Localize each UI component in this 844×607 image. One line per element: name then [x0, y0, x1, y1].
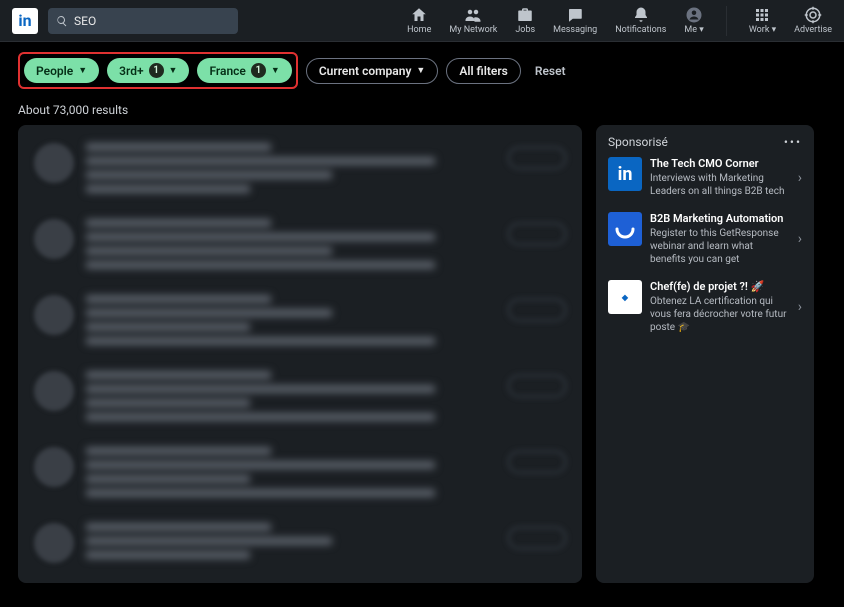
grid-icon: [753, 6, 771, 24]
promo-item[interactable]: ◆ Chef(fe) de projet ?! 🚀 Obtenez LA cer…: [608, 280, 802, 334]
connect-button[interactable]: [508, 375, 566, 397]
promo-logo: [608, 212, 642, 246]
more-icon[interactable]: •••: [784, 135, 802, 149]
message-button[interactable]: [508, 299, 566, 321]
chevron-down-icon: ▼: [416, 65, 425, 76]
result-row[interactable]: [18, 361, 582, 437]
message-button[interactable]: [508, 527, 566, 549]
promo-item[interactable]: in The Tech CMO Corner Interviews with M…: [608, 157, 802, 198]
filter-reset[interactable]: Reset: [535, 64, 566, 78]
chevron-down-icon: ▼: [78, 65, 87, 76]
chevron-right-icon: ›: [798, 231, 802, 247]
chevron-right-icon: ›: [798, 299, 802, 315]
sponsored-panel: Sponsorisé ••• in The Tech CMO Corner In…: [596, 125, 814, 583]
network-icon: [464, 6, 482, 24]
promo-item[interactable]: B2B Marketing Automation Register to thi…: [608, 212, 802, 266]
search-icon: [56, 15, 68, 27]
result-row[interactable]: [18, 133, 582, 209]
nav-work[interactable]: Work ▾: [749, 6, 776, 35]
avatar: [34, 219, 74, 259]
filter-all[interactable]: All filters: [446, 58, 521, 84]
nav-home[interactable]: Home: [407, 6, 431, 35]
result-row[interactable]: [18, 513, 582, 575]
nav-jobs[interactable]: Jobs: [515, 6, 535, 35]
nav-advertise[interactable]: Advertise: [794, 6, 832, 35]
chevron-right-icon: ›: [798, 170, 802, 186]
nav-divider: [726, 6, 727, 36]
home-icon: [410, 6, 428, 24]
nav-messaging[interactable]: Messaging: [553, 6, 597, 35]
filter-highlight-box: People ▼ 3rd+ 1 ▼ France 1 ▼: [18, 52, 298, 89]
avatar: [34, 295, 74, 335]
connect-button[interactable]: [508, 223, 566, 245]
nav-network[interactable]: My Network: [449, 6, 497, 35]
search-input[interactable]: SEO: [48, 8, 238, 34]
promo-logo: in: [608, 157, 642, 191]
result-row[interactable]: [18, 209, 582, 285]
avatar: [34, 447, 74, 487]
filter-connections[interactable]: 3rd+ 1 ▼: [107, 58, 189, 83]
bell-icon: [632, 6, 650, 24]
avatar: [34, 523, 74, 563]
result-row[interactable]: [18, 437, 582, 513]
results-count: About 73,000 results: [0, 99, 844, 125]
sponsored-label: Sponsorisé: [608, 135, 668, 149]
chevron-down-icon: ▼: [169, 65, 178, 76]
linkedin-logo[interactable]: in: [12, 8, 38, 34]
avatar: [34, 371, 74, 411]
filter-people[interactable]: People ▼: [24, 58, 99, 83]
filter-company[interactable]: Current company ▼: [306, 58, 439, 84]
connect-button[interactable]: [508, 451, 566, 473]
connect-button[interactable]: [508, 147, 566, 169]
avatar-icon: [685, 6, 703, 24]
search-query: SEO: [74, 14, 96, 28]
chevron-down-icon: ▼: [271, 65, 280, 76]
filter-location[interactable]: France 1 ▼: [197, 58, 291, 83]
jobs-icon: [516, 6, 534, 24]
nav-notifications[interactable]: Notifications: [615, 6, 666, 35]
avatar: [34, 143, 74, 183]
result-row[interactable]: [18, 285, 582, 361]
results-panel: [18, 125, 582, 583]
top-nav: in SEO Home My Network Jobs Messaging No…: [0, 0, 844, 42]
nav-items: Home My Network Jobs Messaging Notificat…: [407, 6, 832, 36]
filter-bar: People ▼ 3rd+ 1 ▼ France 1 ▼ Current com…: [0, 42, 844, 99]
target-icon: [804, 6, 822, 24]
nav-me[interactable]: Me ▾: [684, 6, 703, 35]
messaging-icon: [566, 6, 584, 24]
promo-logo: ◆: [608, 280, 642, 314]
